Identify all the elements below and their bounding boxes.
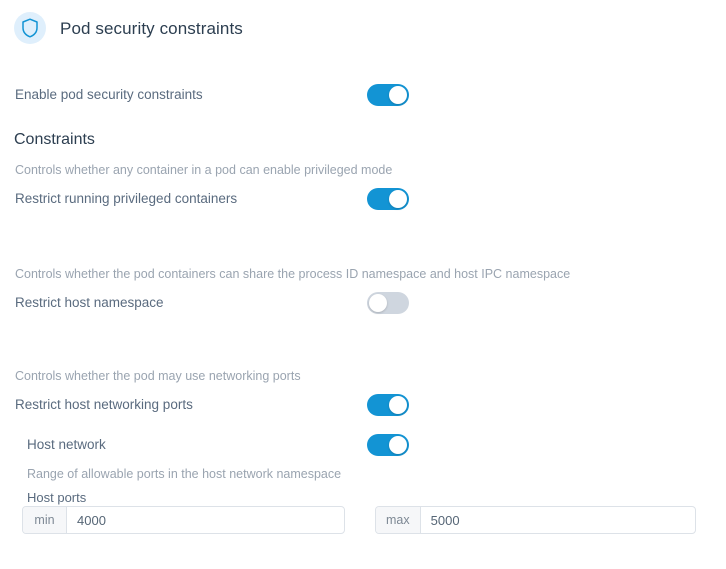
- host-network-toggle[interactable]: [367, 434, 409, 456]
- restrict-host-networking-ports-row: Restrict host networking ports: [0, 394, 726, 416]
- restrict-host-namespace-row: Restrict host namespace: [0, 292, 726, 314]
- enable-pod-security-label: Enable pod security constraints: [15, 87, 203, 103]
- host-ports-label: Host ports: [27, 490, 87, 505]
- constraints-heading: Constraints: [14, 131, 95, 148]
- toggle-knob: [389, 436, 407, 454]
- min-prefix-label: min: [23, 507, 67, 533]
- toggle-knob: [369, 294, 387, 312]
- toggle-knob: [389, 190, 407, 208]
- host-ports-range-description: Range of allowable ports in the host net…: [27, 467, 342, 481]
- restrict-privileged-containers-label: Restrict running privileged containers: [15, 191, 238, 207]
- restrict-privileged-containers-toggle[interactable]: [367, 188, 409, 210]
- host-ports-min-group[interactable]: min: [22, 506, 345, 534]
- restrict-host-networking-ports-toggle[interactable]: [367, 394, 409, 416]
- host-namespace-description: Controls whether the pod containers can …: [15, 267, 571, 281]
- privileged-containers-description: Controls whether any container in a pod …: [15, 163, 393, 177]
- toggle-knob: [389, 396, 407, 414]
- toggle-knob: [389, 86, 407, 104]
- max-prefix-label: max: [376, 507, 421, 533]
- restrict-privileged-containers-row: Restrict running privileged containers: [0, 188, 726, 210]
- panel-header: Pod security constraints: [14, 12, 243, 44]
- enable-pod-security-row: Enable pod security constraints: [0, 84, 726, 106]
- shield-icon: [14, 12, 46, 44]
- host-ports-max-input[interactable]: [420, 507, 695, 533]
- pod-security-constraints-panel: Pod security constraints Enable pod secu…: [0, 0, 726, 569]
- host-ports-min-input[interactable]: [67, 507, 344, 533]
- page-title: Pod security constraints: [60, 18, 243, 38]
- restrict-host-namespace-label: Restrict host namespace: [15, 295, 164, 311]
- restrict-host-namespace-toggle[interactable]: [367, 292, 409, 314]
- networking-ports-description: Controls whether the pod may use network…: [15, 369, 301, 383]
- enable-pod-security-toggle[interactable]: [367, 84, 409, 106]
- restrict-host-networking-ports-label: Restrict host networking ports: [15, 397, 193, 413]
- host-ports-max-group[interactable]: max: [375, 506, 696, 534]
- host-network-row: Host network: [0, 434, 726, 456]
- host-network-label: Host network: [27, 437, 106, 453]
